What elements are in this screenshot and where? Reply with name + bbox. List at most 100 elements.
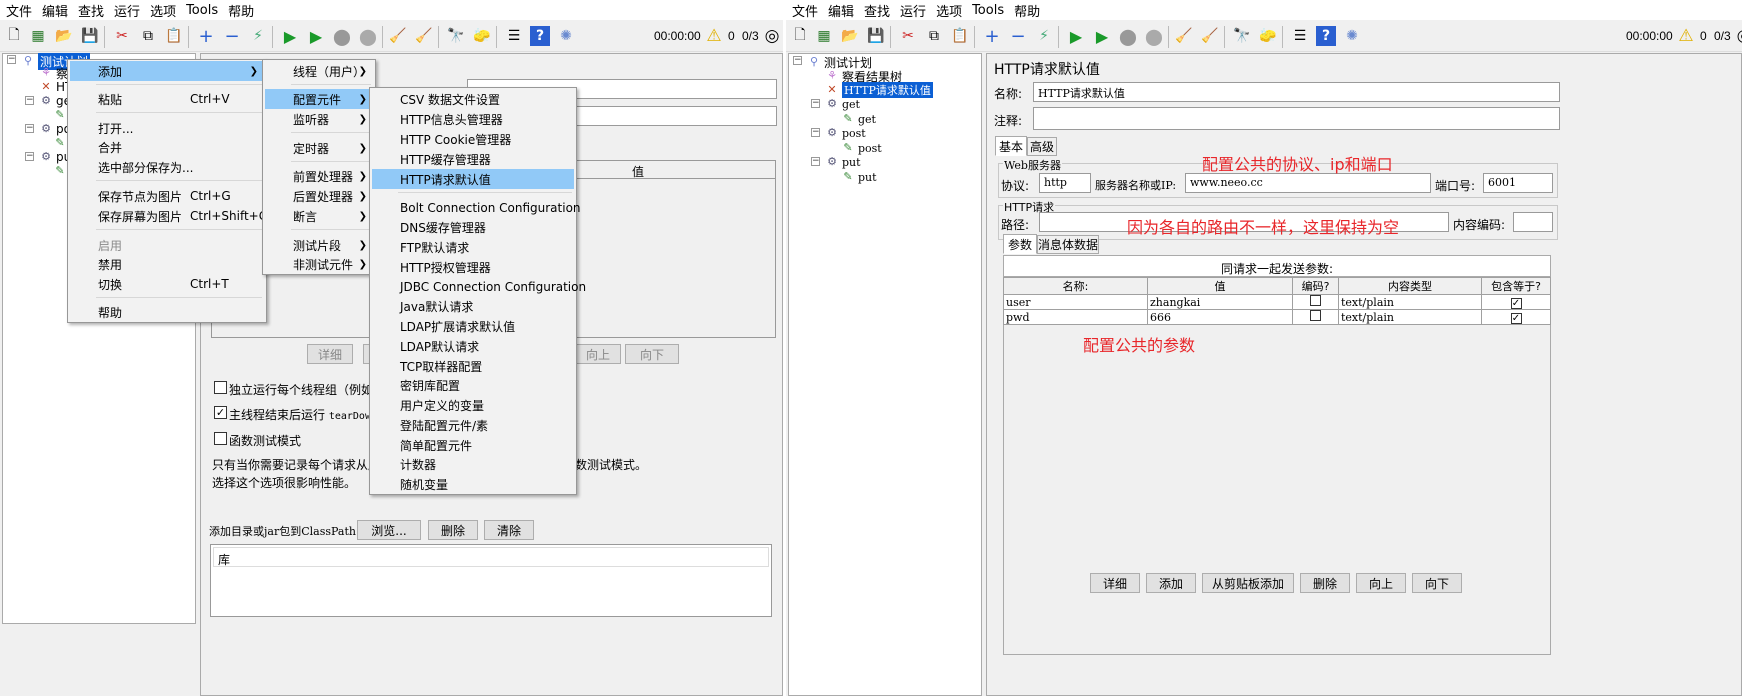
detail-button[interactable]: 详细 [1090,573,1140,593]
start-icon[interactable]: ▶ [1066,26,1086,46]
clear-all-icon[interactable]: 🧹 [414,26,434,46]
config-item[interactable]: 登陆配置元件/素 [372,415,574,435]
config-item[interactable]: 随机变量 [372,474,574,494]
config-item[interactable]: TCP取样器配置 [372,356,574,376]
tree-node-put-sampler[interactable]: ✎ put [841,169,876,185]
shutdown-icon[interactable]: ⬤ [358,26,378,46]
copy-icon[interactable]: ⧉ [138,26,158,46]
protocol-field[interactable]: http [1039,173,1091,193]
warning-icon[interactable]: ⚠ [1676,26,1696,46]
teardown-checkbox[interactable]: ✓ [214,406,227,419]
shutdown-icon[interactable]: ⬤ [1144,26,1164,46]
encoding-field[interactable] [1513,212,1553,232]
stop-icon[interactable]: ⬤ [1118,26,1138,46]
browse-button[interactable]: 浏览... [357,520,421,540]
save-icon[interactable]: 💾 [866,26,886,46]
search-icon[interactable]: 🔭 [446,26,466,46]
encode-checkbox[interactable] [1310,310,1321,321]
config-item[interactable]: 用户定义的变量 [372,395,574,415]
submenu-item-timer[interactable]: 定时器 ❯ [265,138,373,158]
server-field[interactable]: www.neeo.cc [1185,173,1431,193]
reset-search-icon[interactable]: 🧽 [1258,26,1278,46]
expand-toggle[interactable]: − [25,152,34,161]
param-name[interactable]: user [1003,294,1148,310]
independent-threads-checkbox[interactable] [214,381,227,394]
expand-icon[interactable]: + [982,26,1002,47]
param-value[interactable]: 666 [1147,309,1293,325]
delete-button[interactable]: 删除 [1300,573,1350,593]
config-item[interactable]: HTTP缓存管理器 [372,149,574,169]
collapse-toggle[interactable]: − [7,55,16,64]
new-icon[interactable]: 🗋 [790,26,810,46]
expand-toggle[interactable]: − [25,96,34,105]
config-item[interactable]: HTTP信息头管理器 [372,109,574,129]
menu-item-paste[interactable]: 粘贴 Ctrl+V [70,89,264,109]
submenu-item-non-test[interactable]: 非测试元件 ❯ [265,254,373,274]
stop-icon[interactable]: ⬤ [332,26,352,46]
function-helper-icon[interactable]: ☰ [504,26,524,46]
submenu-item-postprocessor[interactable]: 后置处理器 ❯ [265,186,373,206]
menu-file[interactable]: 文件 [788,1,824,20]
param-content-type[interactable]: text/plain [1338,309,1482,325]
start-no-pause-icon[interactable]: ▶ [1092,26,1112,46]
menu-tools[interactable]: Tools [182,3,224,18]
collapse-icon[interactable]: − [222,26,242,47]
encode-checkbox[interactable] [1310,295,1321,306]
clear-button[interactable]: 清除 [484,520,534,540]
port-field[interactable]: 6001 [1483,173,1553,193]
tab-advanced[interactable]: 高级 [1027,137,1057,156]
down-button[interactable]: 向下 [1412,573,1462,593]
clear-all-icon[interactable]: 🧹 [1200,26,1220,46]
menu-search[interactable]: 查找 [74,1,110,20]
templates-icon[interactable]: ▦ [28,26,48,46]
include-equals-checkbox[interactable]: ✓ [1510,297,1522,309]
new-icon[interactable]: 🗋 [4,26,24,46]
tab-parameters[interactable]: 参数 [1003,234,1037,254]
config-item[interactable]: DNS缓存管理器 [372,217,574,237]
comment-field[interactable] [1033,107,1560,130]
menu-search[interactable]: 查找 [860,1,896,20]
expand-toggle[interactable]: − [811,128,820,137]
tab-body-data[interactable]: 消息体数据 [1037,235,1099,254]
menu-item-save-node-image[interactable]: 保存节点为图片 Ctrl+G [70,186,264,206]
up-button[interactable]: 向上 [1356,573,1406,593]
param-encode[interactable] [1292,294,1339,310]
start-no-pause-icon[interactable]: ▶ [306,26,326,46]
submenu-item-test-fragment[interactable]: 测试片段 ❯ [265,235,373,255]
paste-icon[interactable]: 📋 [950,26,970,46]
include-equals-checkbox[interactable]: ✓ [1510,312,1522,324]
menu-item-open[interactable]: 打开... [70,118,264,138]
param-name[interactable]: pwd [1003,309,1148,325]
down-button[interactable]: 向下 [625,344,679,364]
submenu-item-assertion[interactable]: 断言 ❯ [265,206,373,226]
open-icon[interactable]: 📂 [840,26,860,46]
param-include-equals[interactable]: ✓ [1481,294,1551,310]
function-helper-icon[interactable]: ☰ [1290,26,1310,46]
add-from-clipboard-button[interactable]: 从剪贴板添加 [1202,573,1294,593]
delete-button[interactable]: 删除 [428,520,478,540]
config-item[interactable]: HTTP授权管理器 [372,257,574,277]
clear-icon[interactable]: 🧹 [388,26,408,46]
config-item[interactable]: 计数器 [372,454,574,474]
tree-node-put[interactable]: ⚙ put [825,154,860,170]
save-icon[interactable]: 💾 [80,26,100,46]
config-item[interactable]: HTTP Cookie管理器 [372,129,574,149]
menu-item-help[interactable]: 帮助 [70,302,264,322]
templates-icon[interactable]: ▦ [814,26,834,46]
expand-icon[interactable]: + [196,26,216,47]
tree-node-get[interactable]: ⚙ get [825,96,860,112]
table-row[interactable]: pwd 666 text/plain ✓ [1003,309,1551,325]
search-icon[interactable]: 🔭 [1232,26,1252,46]
tab-basic[interactable]: 基本 [995,136,1027,156]
submenu-item-listener[interactable]: 监听器 ❯ [265,109,373,129]
menu-run[interactable]: 运行 [896,1,932,20]
menu-item-disable[interactable]: 禁用 [70,254,264,274]
menu-item-save-screen-image[interactable]: 保存屏幕为图片 Ctrl+Shift+G [70,206,268,226]
config-item[interactable]: Java默认请求 [372,296,574,316]
remote-icon[interactable]: ✺ [1342,26,1362,46]
menu-item-merge[interactable]: 合并 [70,137,264,157]
menu-edit[interactable]: 编辑 [38,1,74,20]
config-item[interactable]: Bolt Connection Configuration [372,198,581,218]
config-item-http-defaults[interactable]: HTTP请求默认值 [372,169,574,189]
config-item[interactable]: LDAP扩展请求默认值 [372,316,574,336]
